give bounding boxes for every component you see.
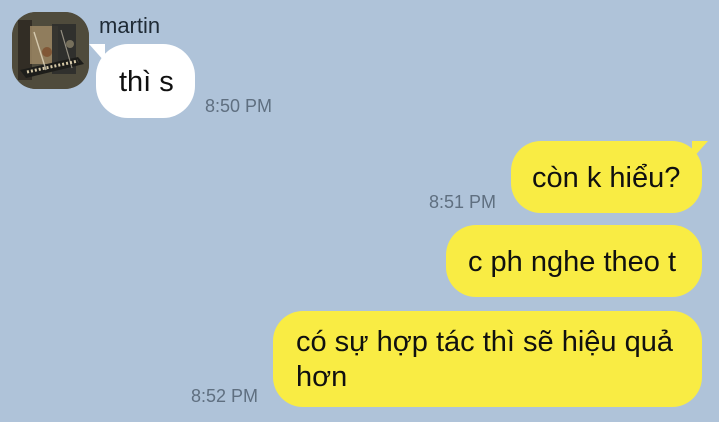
- message-timestamp: 8:51 PM: [429, 192, 497, 212]
- outgoing-message-bubble[interactable]: còn k hiểu?: [511, 141, 708, 213]
- message-text: có sự hợp tác thì sẽ hiệu quả hơn: [296, 326, 673, 393]
- incoming-message-bubble[interactable]: thì s: [89, 44, 195, 118]
- message-tail-icon: [692, 141, 708, 159]
- sender-name: martin: [99, 13, 161, 38]
- profile-photo-icon: [12, 12, 89, 89]
- message-text: còn k hiểu?: [532, 162, 681, 194]
- message-timestamp: 8:52 PM: [191, 386, 259, 406]
- message-text: c ph nghe theo t: [468, 246, 676, 278]
- message-tail-icon: [89, 44, 105, 62]
- chat-thread: martin thì s 8:50 PM còn k hiểu? 8:51 PM…: [0, 0, 719, 422]
- avatar[interactable]: [12, 12, 89, 89]
- outgoing-message-bubble[interactable]: có sự hợp tác thì sẽ hiệu quả hơn: [273, 311, 702, 407]
- outgoing-message-bubble[interactable]: c ph nghe theo t: [446, 225, 702, 297]
- message-timestamp: 8:50 PM: [205, 96, 273, 116]
- message-text: thì s: [119, 66, 174, 98]
